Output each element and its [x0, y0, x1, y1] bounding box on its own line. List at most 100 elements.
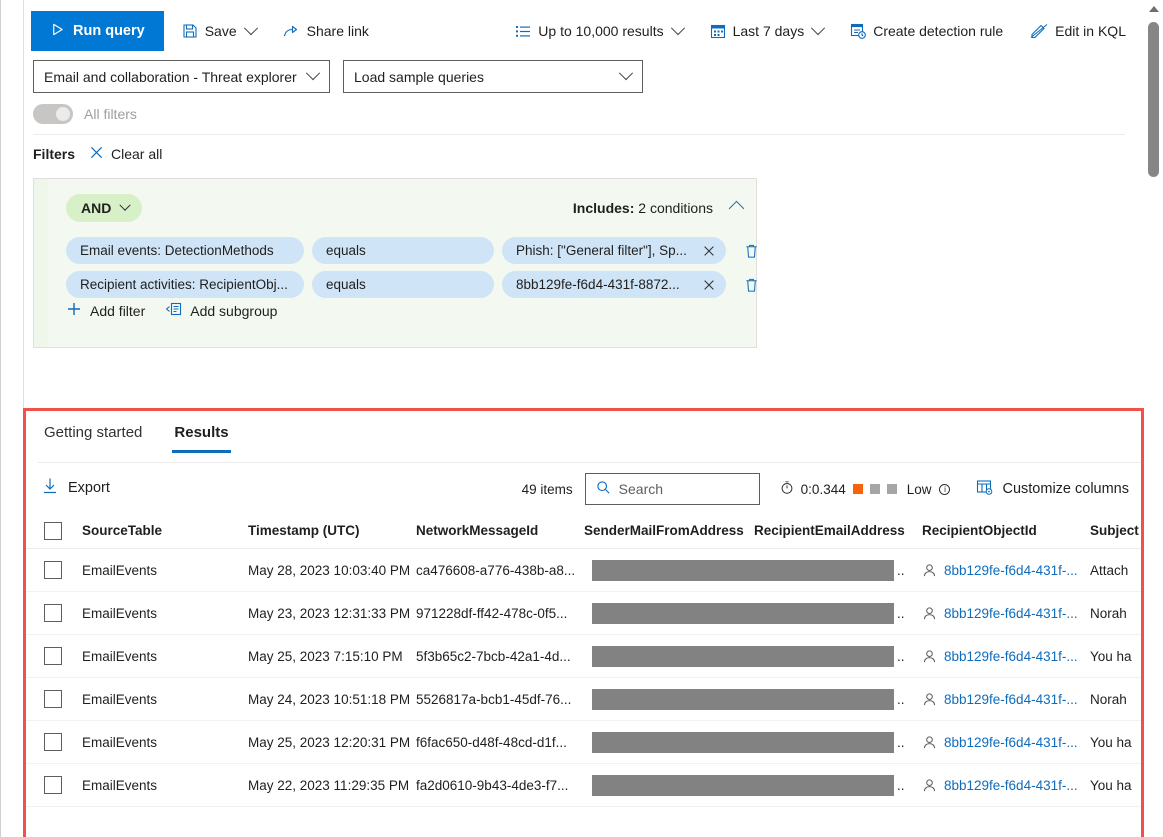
- table-row[interactable]: EmailEvents May 22, 2023 11:29:35 PM fa2…: [26, 764, 1141, 807]
- filter-field-0[interactable]: Email events: DetectionMethods: [66, 237, 304, 264]
- column-header-timestamp[interactable]: Timestamp (UTC): [248, 523, 416, 538]
- scroll-up-button[interactable]: [1145, 0, 1162, 17]
- table-row[interactable]: EmailEvents May 23, 2023 12:31:33 PM 971…: [26, 592, 1141, 635]
- run-query-button[interactable]: Run query: [31, 11, 164, 51]
- results-limit-button[interactable]: Up to 10,000 results: [506, 11, 691, 51]
- recipientobjectid-link[interactable]: 8bb129fe-f6d4-431f-...: [944, 563, 1078, 578]
- select-all-checkbox[interactable]: [44, 521, 62, 540]
- chevron-down-icon: [243, 21, 258, 36]
- filter-value-1[interactable]: 8bb129fe-f6d4-431f-8872...: [502, 271, 692, 298]
- row-select-cell: [26, 733, 80, 751]
- filter-operator-1[interactable]: equals: [312, 271, 494, 298]
- search-placeholder: Search: [618, 481, 664, 497]
- recipientobjectid-link[interactable]: 8bb129fe-f6d4-431f-...: [944, 735, 1078, 750]
- cell-networkmessageid[interactable]: 5526817a-bcb1-45df-76...: [416, 692, 584, 707]
- scrollbar-thumb[interactable]: [1148, 22, 1159, 177]
- cell-networkmessageid[interactable]: fa2d0610-9b43-4de3-f7...: [416, 778, 584, 793]
- customize-columns-button[interactable]: Customize columns: [976, 479, 1129, 499]
- redaction-ellipsis: ..: [897, 691, 905, 707]
- cell-recipientobjectid[interactable]: 8bb129fe-f6d4-431f-...: [922, 735, 1090, 750]
- column-header-recipientobjectid[interactable]: RecipientObjectId: [922, 523, 1090, 538]
- column-header-networkmessageid[interactable]: NetworkMessageId: [416, 523, 584, 538]
- row-checkbox[interactable]: [44, 733, 62, 751]
- divider: [38, 462, 1141, 463]
- edit-in-kql-button[interactable]: Edit in KQL: [1021, 11, 1135, 51]
- add-filter-button[interactable]: Add filter: [66, 301, 145, 320]
- recipientobjectid-link[interactable]: 8bb129fe-f6d4-431f-...: [944, 606, 1078, 621]
- search-input[interactable]: Search: [584, 473, 760, 505]
- redaction-ellipsis: ..: [897, 605, 905, 621]
- tab-getting-started[interactable]: Getting started: [42, 416, 144, 453]
- tab-results[interactable]: Results: [172, 416, 231, 453]
- table-row[interactable]: EmailEvents May 25, 2023 7:15:10 PM 5f3b…: [26, 635, 1141, 678]
- cell-networkmessageid[interactable]: 5f3b65c2-7bcb-42a1-4d...: [416, 649, 584, 664]
- cell-recipientobjectid[interactable]: 8bb129fe-f6d4-431f-...: [922, 649, 1090, 664]
- query-selectors: Email and collaboration - Threat explore…: [33, 60, 643, 93]
- row-checkbox[interactable]: [44, 604, 62, 622]
- all-filters-toggle[interactable]: [33, 104, 73, 124]
- schema-dropdown[interactable]: Email and collaboration - Threat explore…: [33, 60, 330, 93]
- cell-timestamp: May 23, 2023 12:31:33 PM: [248, 605, 411, 621]
- export-label: Export: [68, 479, 110, 496]
- share-link-button[interactable]: Share link: [274, 11, 378, 51]
- results-limit-label: Up to 10,000 results: [538, 23, 664, 39]
- time-range-button[interactable]: Last 7 days: [701, 11, 833, 51]
- close-icon: [704, 279, 714, 290]
- filter-operator-dropdown[interactable]: AND: [66, 194, 143, 222]
- save-button[interactable]: Save: [173, 11, 265, 51]
- table-row[interactable]: EmailEvents May 25, 2023 12:20:31 PM f6f…: [26, 721, 1141, 764]
- cell-recipientobjectid[interactable]: 8bb129fe-f6d4-431f-...: [922, 563, 1090, 578]
- filter-operator-label-1: equals: [326, 277, 366, 292]
- filter-delete-0[interactable]: [744, 243, 759, 259]
- perf-square-2: [869, 484, 880, 494]
- advanced-hunting-page: Run query Save Share link Up to 10,000 r…: [0, 0, 1164, 837]
- person-icon: [922, 778, 937, 793]
- table-row[interactable]: EmailEvents May 24, 2023 10:51:18 PM 552…: [26, 678, 1141, 721]
- filter-clear-value-1[interactable]: [692, 271, 726, 298]
- all-filters-toggle-group[interactable]: All filters: [33, 104, 137, 124]
- row-checkbox[interactable]: [44, 776, 62, 794]
- row-checkbox[interactable]: [44, 690, 62, 708]
- recipientobjectid-link[interactable]: 8bb129fe-f6d4-431f-...: [944, 778, 1078, 793]
- tab-results-label: Results: [174, 424, 229, 441]
- row-checkbox[interactable]: [44, 647, 62, 665]
- results-table: SourceTable Timestamp (UTC) NetworkMessa…: [26, 513, 1141, 837]
- column-header-sendermailfromaddress[interactable]: SenderMailFromAddress: [584, 523, 754, 538]
- row-checkbox[interactable]: [44, 561, 62, 579]
- subgroup-icon: [165, 301, 182, 320]
- cell-recipientobjectid[interactable]: 8bb129fe-f6d4-431f-...: [922, 778, 1090, 793]
- recipientobjectid-link[interactable]: 8bb129fe-f6d4-431f-...: [944, 649, 1078, 664]
- filter-field-1[interactable]: Recipient activities: RecipientObj...: [66, 271, 304, 298]
- filters-title: Filters: [33, 146, 76, 162]
- cell-networkmessageid[interactable]: ca476608-a776-438b-a8...: [416, 563, 584, 578]
- filter-clear-value-0[interactable]: [692, 237, 726, 264]
- info-icon[interactable]: i: [939, 483, 951, 495]
- vertical-scrollbar[interactable]: [1145, 0, 1162, 190]
- sample-queries-dropdown[interactable]: Load sample queries: [343, 60, 643, 93]
- cell-timestamp: May 28, 2023 10:03:40 PM: [248, 562, 411, 578]
- time-range-label: Last 7 days: [732, 23, 805, 39]
- table-row[interactable]: EmailEvents May 28, 2023 10:03:40 PM ca4…: [26, 549, 1141, 592]
- column-header-sourcetable[interactable]: SourceTable: [80, 523, 248, 538]
- redaction-ellipsis: ..: [897, 777, 905, 793]
- cell-sourcetable: EmailEvents: [82, 734, 158, 750]
- cell-recipientobjectid[interactable]: 8bb129fe-f6d4-431f-...: [922, 692, 1090, 707]
- export-button[interactable]: Export: [42, 477, 110, 498]
- add-subgroup-button[interactable]: Add subgroup: [165, 301, 277, 320]
- cell-networkmessageid[interactable]: 971228df-ff42-478c-0f5...: [416, 606, 584, 621]
- query-performance-indicator: 0:0.344 Low i: [780, 480, 951, 498]
- column-header-subject[interactable]: Subject: [1090, 523, 1141, 538]
- list-icon: [515, 23, 531, 39]
- column-header-recipientemailaddress[interactable]: RecipientEmailAddress: [754, 523, 922, 538]
- create-detection-rule-button[interactable]: Create detection rule: [841, 11, 1012, 51]
- collapse-group-icon[interactable]: [728, 200, 745, 216]
- filter-delete-1[interactable]: [744, 277, 759, 293]
- filter-operator-0[interactable]: equals: [312, 237, 494, 264]
- save-label: Save: [204, 23, 237, 39]
- cell-recipientobjectid[interactable]: 8bb129fe-f6d4-431f-...: [922, 606, 1090, 621]
- recipientobjectid-link[interactable]: 8bb129fe-f6d4-431f-...: [944, 692, 1078, 707]
- clear-all-button[interactable]: Clear all: [89, 145, 162, 163]
- filter-value-0[interactable]: Phish: ["General filter"], Sp...: [502, 237, 692, 264]
- cell-networkmessageid[interactable]: f6fac650-d48f-48cd-d1f...: [416, 735, 584, 750]
- share-icon: [283, 23, 300, 39]
